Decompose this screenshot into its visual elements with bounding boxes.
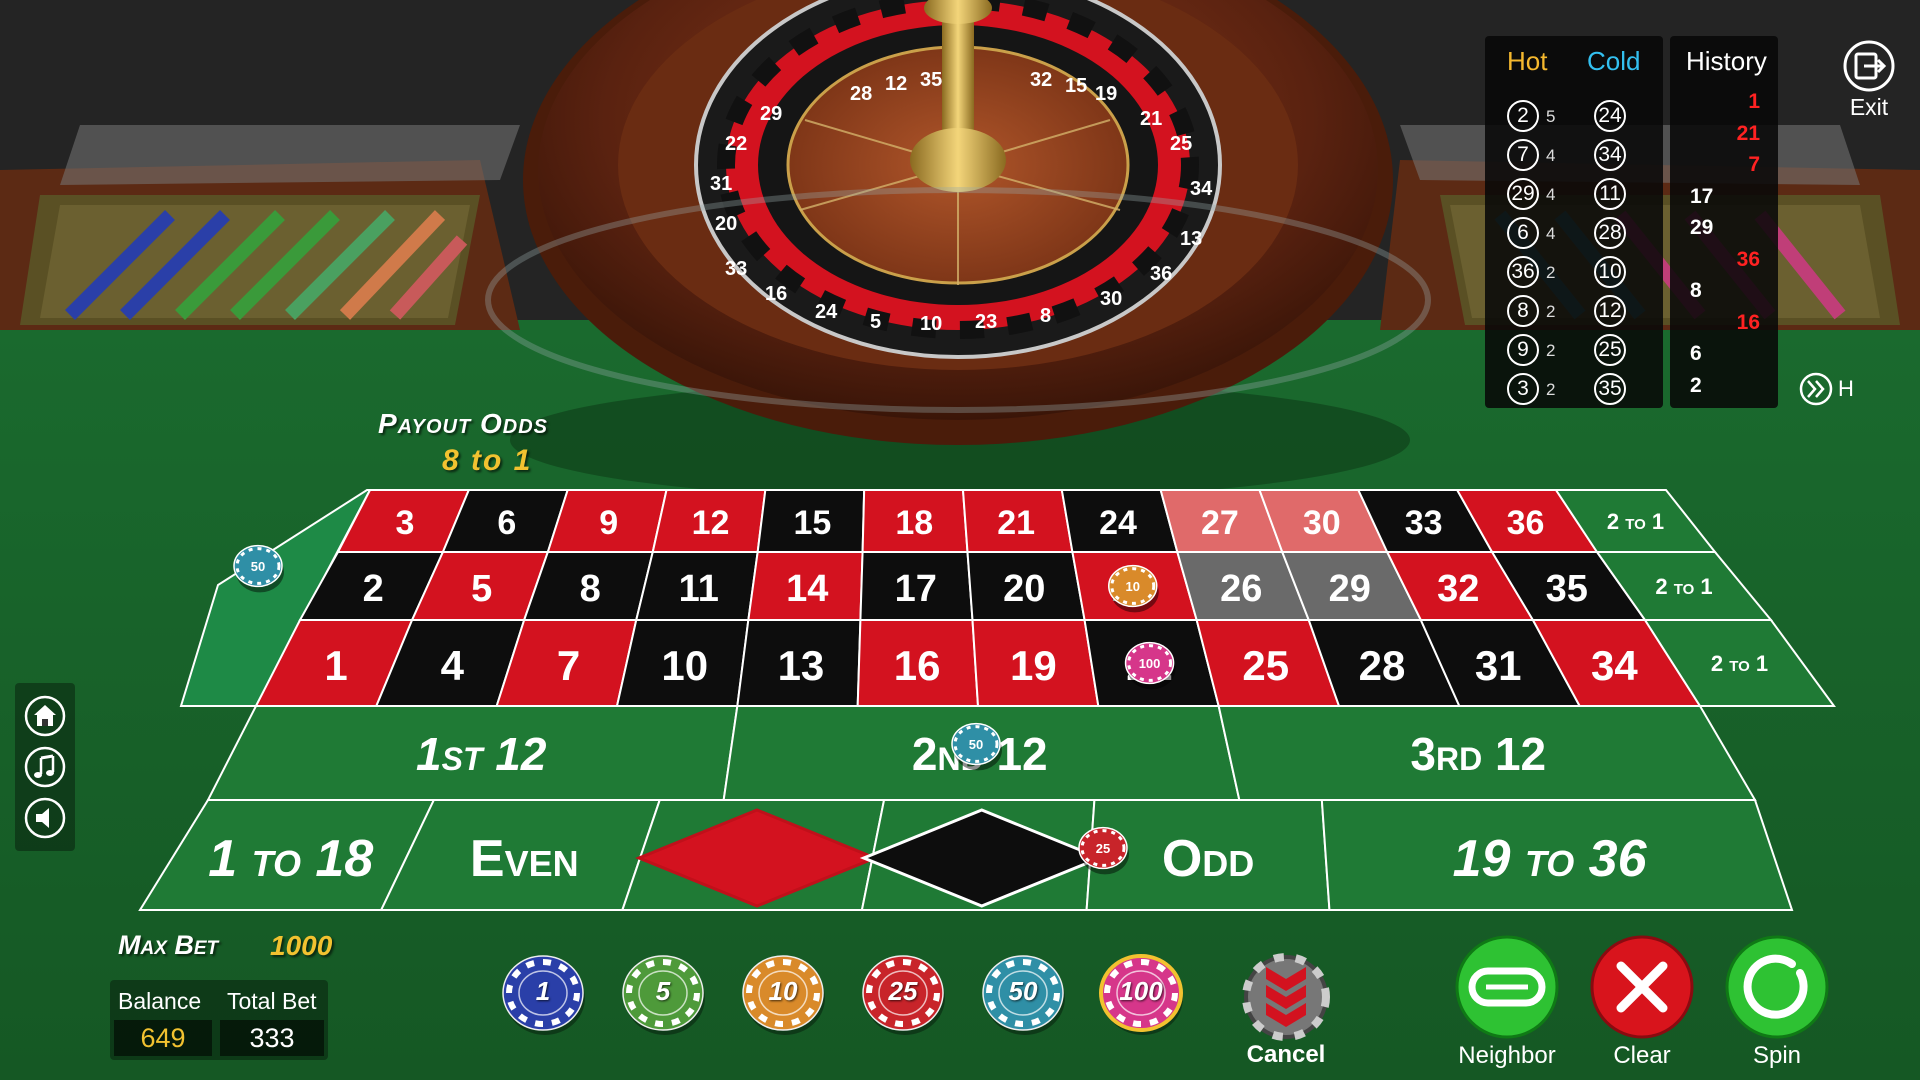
bet-number-label: 35 [1546, 568, 1588, 610]
bet-number-label: 7 [557, 642, 580, 689]
clear-button[interactable]: Clear [1587, 935, 1697, 1075]
neighbor-button[interactable]: Neighbor [1452, 935, 1562, 1075]
bet-number-label: 11 [679, 568, 719, 610]
bet-number-label: 1 [324, 642, 347, 689]
bet-number-label: 26 [1220, 568, 1262, 610]
outside-bet-label: Odd [1162, 830, 1254, 888]
spin-label: Spin [1752, 1042, 1802, 1069]
neighbor-label: Neighbor [1458, 1042, 1556, 1069]
total-bet-value: 333 [220, 1020, 324, 1056]
cancel-button[interactable]: Cancel [1236, 945, 1336, 1075]
bet-number-label: 4 [441, 642, 465, 689]
bet-number-label: 28 [1359, 642, 1406, 689]
balance-panel: Balance Total Bet 649 333 [110, 980, 328, 1060]
close-icon [1590, 935, 1694, 1039]
dozen-label: 1st 12 [416, 728, 547, 780]
column-bet-label: 2 to 1 [1711, 651, 1768, 676]
chip-value-label: 25 [888, 976, 918, 1006]
svg-text:10: 10 [1126, 579, 1140, 594]
column-bet-label: 2 to 1 [1607, 509, 1664, 534]
chip-value-label: 10 [768, 976, 798, 1006]
chip-50-button[interactable]: 50 [980, 950, 1066, 1036]
bet-number-label: 25 [1242, 642, 1289, 689]
bet-number-label: 10 [661, 642, 708, 689]
bet-number-label: 2 [363, 568, 384, 610]
cancel-label: Cancel [1246, 1041, 1326, 1068]
outside-bet-label: 19 to 36 [1453, 830, 1648, 888]
bet-number-label: 21 [997, 504, 1035, 542]
racetrack-icon [1455, 935, 1559, 1039]
chip-5-button[interactable]: 5 [620, 950, 706, 1036]
chip-10-button[interactable]: 10 [740, 950, 826, 1036]
svg-text:50: 50 [969, 737, 983, 752]
bet-number-label: 16 [894, 642, 941, 689]
bet-number-label: 36 [1507, 504, 1545, 542]
betting-table: 3691215182124273033362581114172023262932… [138, 489, 1836, 911]
clear-label: Clear [1613, 1042, 1671, 1069]
bet-number-label: 24 [1099, 504, 1137, 542]
chip-value-label: 50 [1008, 976, 1038, 1006]
chip-1-button[interactable]: 1 [500, 950, 586, 1036]
bet-number-label: 30 [1303, 504, 1341, 542]
spin-icon [1725, 935, 1829, 1039]
column-bet-label: 2 to 1 [1655, 574, 1712, 599]
bet-number-label: 8 [580, 568, 601, 610]
bet-number-label: 19 [1010, 642, 1057, 689]
bet-number-label: 32 [1437, 568, 1479, 610]
bet-number-label: 31 [1475, 642, 1522, 689]
bet-number-label: 29 [1329, 568, 1371, 610]
bet-number-label: 14 [786, 568, 828, 610]
bet-number-label: 6 [497, 504, 516, 542]
chip-value-label: 100 [1119, 976, 1163, 1006]
bet-number-label: 17 [895, 568, 937, 610]
chip-value-label: 5 [655, 976, 671, 1006]
total-bet-label: Total Bet [227, 988, 317, 1014]
bet-number-label: 12 [692, 504, 730, 542]
bet-number-label: 9 [599, 504, 618, 542]
svg-text:50: 50 [251, 559, 265, 574]
outside-bet-label: 1 to 18 [208, 830, 373, 888]
bet-number-label: 15 [794, 504, 832, 542]
dozen-label: 3rd 12 [1410, 728, 1546, 780]
svg-text:100: 100 [1139, 656, 1161, 671]
bet-number-label: 3 [395, 504, 414, 542]
chip-100-button[interactable]: 100 [1098, 950, 1184, 1036]
bet-number-label: 33 [1405, 504, 1443, 542]
bet-number-label: 5 [471, 568, 492, 610]
svg-text:25: 25 [1096, 841, 1110, 856]
bet-number-label: 20 [1003, 568, 1045, 610]
max-bet-value: 1000 [270, 930, 333, 961]
bet-number-label: 18 [895, 504, 933, 542]
bet-number-label: 27 [1201, 504, 1239, 542]
chip-25-button[interactable]: 25 [860, 950, 946, 1036]
bet-number-label: 34 [1591, 642, 1638, 689]
bet-number-label: 13 [778, 642, 825, 689]
max-bet-label: Max Bet [118, 930, 219, 960]
chip-stack-undo-icon [1242, 953, 1330, 1041]
chip-value-label: 1 [535, 976, 551, 1006]
balance-value: 649 [114, 1020, 212, 1056]
spin-button[interactable]: Spin [1722, 935, 1832, 1075]
balance-label: Balance [118, 988, 202, 1014]
outside-bet-label: Even [470, 830, 579, 888]
